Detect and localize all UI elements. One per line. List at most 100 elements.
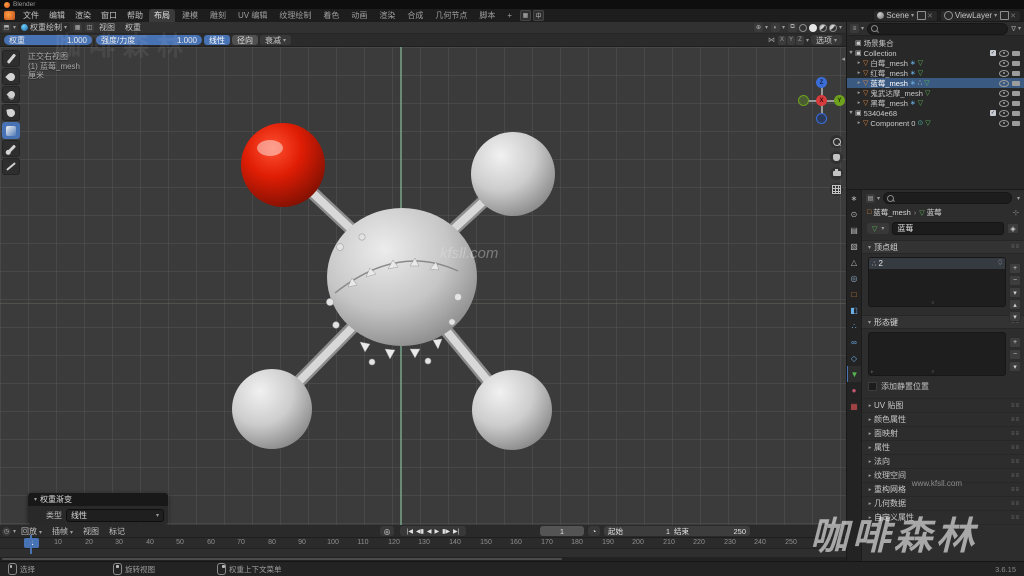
workspace-tab-shading[interactable]: 着色: [318, 9, 344, 22]
gizmo-toggle-icon[interactable]: ⊕: [753, 23, 763, 32]
face-mask-toggle-icon[interactable]: ◫: [85, 23, 95, 32]
shading-material-icon[interactable]: [818, 23, 827, 32]
camera-icon[interactable]: [1012, 50, 1020, 56]
panel-expander-icon[interactable]: ▾: [34, 496, 37, 503]
blender-menu-icon[interactable]: [4, 11, 15, 20]
collection-checkbox[interactable]: ✓: [990, 110, 996, 116]
mirror-y-toggle[interactable]: Y: [786, 35, 795, 45]
tab-particles-icon[interactable]: ∴: [847, 318, 861, 334]
workspace-tab-geonodes[interactable]: 几何节点: [430, 9, 472, 22]
gradient-type-dropdown[interactable]: 线性 ▾: [66, 508, 164, 522]
tab-output-icon[interactable]: ▤: [847, 222, 861, 238]
outliner-row-red-mesh[interactable]: ▸ ▽ 红莓_mesh ∗ ▽: [847, 68, 1024, 78]
region-collapse-arrow[interactable]: ◂: [841, 55, 845, 63]
outliner-row-blue-mesh-selected[interactable]: ▸ ▽ 蓝莓_mesh ∗ ∴ ▽: [847, 78, 1024, 88]
xray-toggle-icon[interactable]: ⧉: [787, 23, 797, 32]
tool-smear-button[interactable]: [2, 104, 20, 121]
menu-help[interactable]: 帮助: [122, 10, 148, 21]
play-button[interactable]: ▶: [435, 528, 440, 535]
tab-material-icon[interactable]: ●: [847, 382, 861, 398]
tool-draw-button[interactable]: [2, 50, 20, 67]
tool-blur-button[interactable]: [2, 68, 20, 85]
outliner-row-collection-53404e68[interactable]: ▼ ▣ 53404e68 ✓: [847, 108, 1024, 118]
weights-menu[interactable]: 权重: [120, 22, 146, 33]
eye-icon[interactable]: [999, 109, 1009, 117]
new-scene-icon[interactable]: [917, 11, 927, 20]
mesh-name-field[interactable]: 蓝莓: [892, 222, 1004, 235]
expander-icon[interactable]: ▼: [847, 110, 855, 116]
shading-rendered-icon[interactable]: [828, 23, 837, 32]
vertex-groups-header[interactable]: ▾ 顶点组 ≡≡: [862, 240, 1024, 254]
timeline-tracks[interactable]: [0, 549, 846, 557]
mirror-z-toggle[interactable]: Z: [795, 35, 804, 45]
unlink-scene-icon[interactable]: ✕: [926, 12, 934, 20]
jump-start-button[interactable]: |◀: [407, 528, 413, 535]
remove-viewlayer-icon[interactable]: ✕: [1009, 12, 1017, 20]
eye-icon[interactable]: [999, 69, 1009, 77]
next-keyframe-button[interactable]: ▮▶: [442, 528, 450, 535]
eye-icon[interactable]: [999, 79, 1009, 87]
section-geometry-data[interactable]: ▸ 几何数据 ≡≡: [862, 497, 1024, 511]
tab-viewlayer-icon[interactable]: ▧: [847, 238, 861, 254]
camera-icon[interactable]: [1012, 100, 1020, 106]
gizmo-x-axis[interactable]: X: [816, 95, 827, 106]
workspace-tab-layout[interactable]: 布局: [149, 9, 175, 22]
menu-window[interactable]: 窗口: [96, 10, 122, 21]
section-attributes[interactable]: ▸ 属性 ≡≡: [862, 441, 1024, 455]
camera-icon[interactable]: [1012, 80, 1020, 86]
rest-position-checkbox[interactable]: [868, 381, 877, 391]
frame-end-field[interactable]: 结束 250: [670, 526, 750, 536]
outliner-row-black-mesh[interactable]: ▸ ▽ 黑莓_mesh ∗ ▽: [847, 98, 1024, 108]
pin-icon[interactable]: ⊹: [1013, 208, 1019, 217]
camera-icon[interactable]: [1012, 70, 1020, 76]
filter-funnel-icon[interactable]: ∇: [1011, 25, 1016, 33]
menu-file[interactable]: 文件: [18, 10, 44, 21]
shape-keys-list[interactable]: ▸ ≡: [868, 332, 1006, 376]
tool-gradient-button[interactable]: [2, 122, 20, 139]
properties-options-icon[interactable]: ▾: [1017, 195, 1020, 202]
expander-icon[interactable]: ▸: [855, 60, 863, 66]
tab-object-icon[interactable]: □: [847, 286, 861, 302]
vertex-mask-toggle-icon[interactable]: ▦: [73, 23, 83, 32]
gradient-type-radial-button[interactable]: 径向: [232, 35, 258, 45]
gizmo-y-neg-axis[interactable]: [798, 95, 809, 106]
tool-annotate-button[interactable]: [2, 158, 20, 175]
menu-render[interactable]: 渲染: [70, 10, 96, 21]
zoom-tool-icon[interactable]: [830, 135, 843, 148]
tab-texture-icon[interactable]: ▦: [847, 398, 861, 414]
breadcrumb-object[interactable]: 蓝莓_mesh: [873, 207, 911, 218]
expander-icon[interactable]: ▸: [855, 120, 863, 126]
new-viewlayer-icon[interactable]: [1000, 11, 1010, 20]
3d-viewport[interactable]: 正交右视图 (1) 蓝莓_mesh 厘米 Z Y X ◂ ▾ 权重渐变 类型 线…: [0, 47, 846, 525]
shape-keys-header[interactable]: ▾ 形态键 ≡≡: [862, 315, 1024, 329]
fake-user-shield-icon[interactable]: ◈: [1007, 223, 1019, 234]
timeline-editor-icon[interactable]: ◷: [2, 526, 11, 536]
section-remesh[interactable]: ▸ 重构网格 ≡≡: [862, 483, 1024, 497]
camera-icon[interactable]: [1012, 120, 1020, 126]
play-reverse-button[interactable]: ◀: [427, 528, 432, 535]
prev-keyframe-button[interactable]: ◀▮: [416, 528, 424, 535]
view-menu-timeline[interactable]: 视图: [78, 526, 104, 537]
camera-icon[interactable]: [1012, 60, 1020, 66]
weight-slider[interactable]: 权重 1.000: [4, 35, 92, 45]
expander-icon[interactable]: ▸: [855, 80, 863, 86]
camera-icon[interactable]: [1012, 90, 1020, 96]
shading-solid-icon[interactable]: [808, 23, 817, 32]
expander-icon[interactable]: ▼: [847, 50, 855, 56]
tab-constraints-icon[interactable]: ◇: [847, 350, 861, 366]
jump-end-button[interactable]: ▶|: [453, 528, 459, 535]
outliner-row-daruma-mesh[interactable]: ▸ ▽ 鬼武达摩_mesh ▽: [847, 88, 1024, 98]
section-texture-space[interactable]: ▸ 纹理空间 ≡≡: [862, 469, 1024, 483]
scene-selector[interactable]: Scene ▾ ✕: [873, 9, 938, 22]
move-down-button[interactable]: ▾: [1009, 311, 1021, 322]
lock-icon[interactable]: ⬯: [998, 260, 1002, 267]
tool-average-button[interactable]: [2, 86, 20, 103]
section-color-attributes[interactable]: ▸ 颜色属性 ≡≡: [862, 413, 1024, 427]
ortho-perspective-toggle-icon[interactable]: [830, 183, 843, 196]
view-menu[interactable]: 视图: [94, 22, 120, 33]
shape-key-specials-button[interactable]: ▾: [1009, 361, 1021, 372]
add-workspace-button[interactable]: +: [502, 10, 517, 21]
tab-scene-icon[interactable]: △: [847, 254, 861, 270]
eye-icon[interactable]: [999, 89, 1009, 97]
gizmo-y-axis[interactable]: Y: [834, 95, 845, 106]
